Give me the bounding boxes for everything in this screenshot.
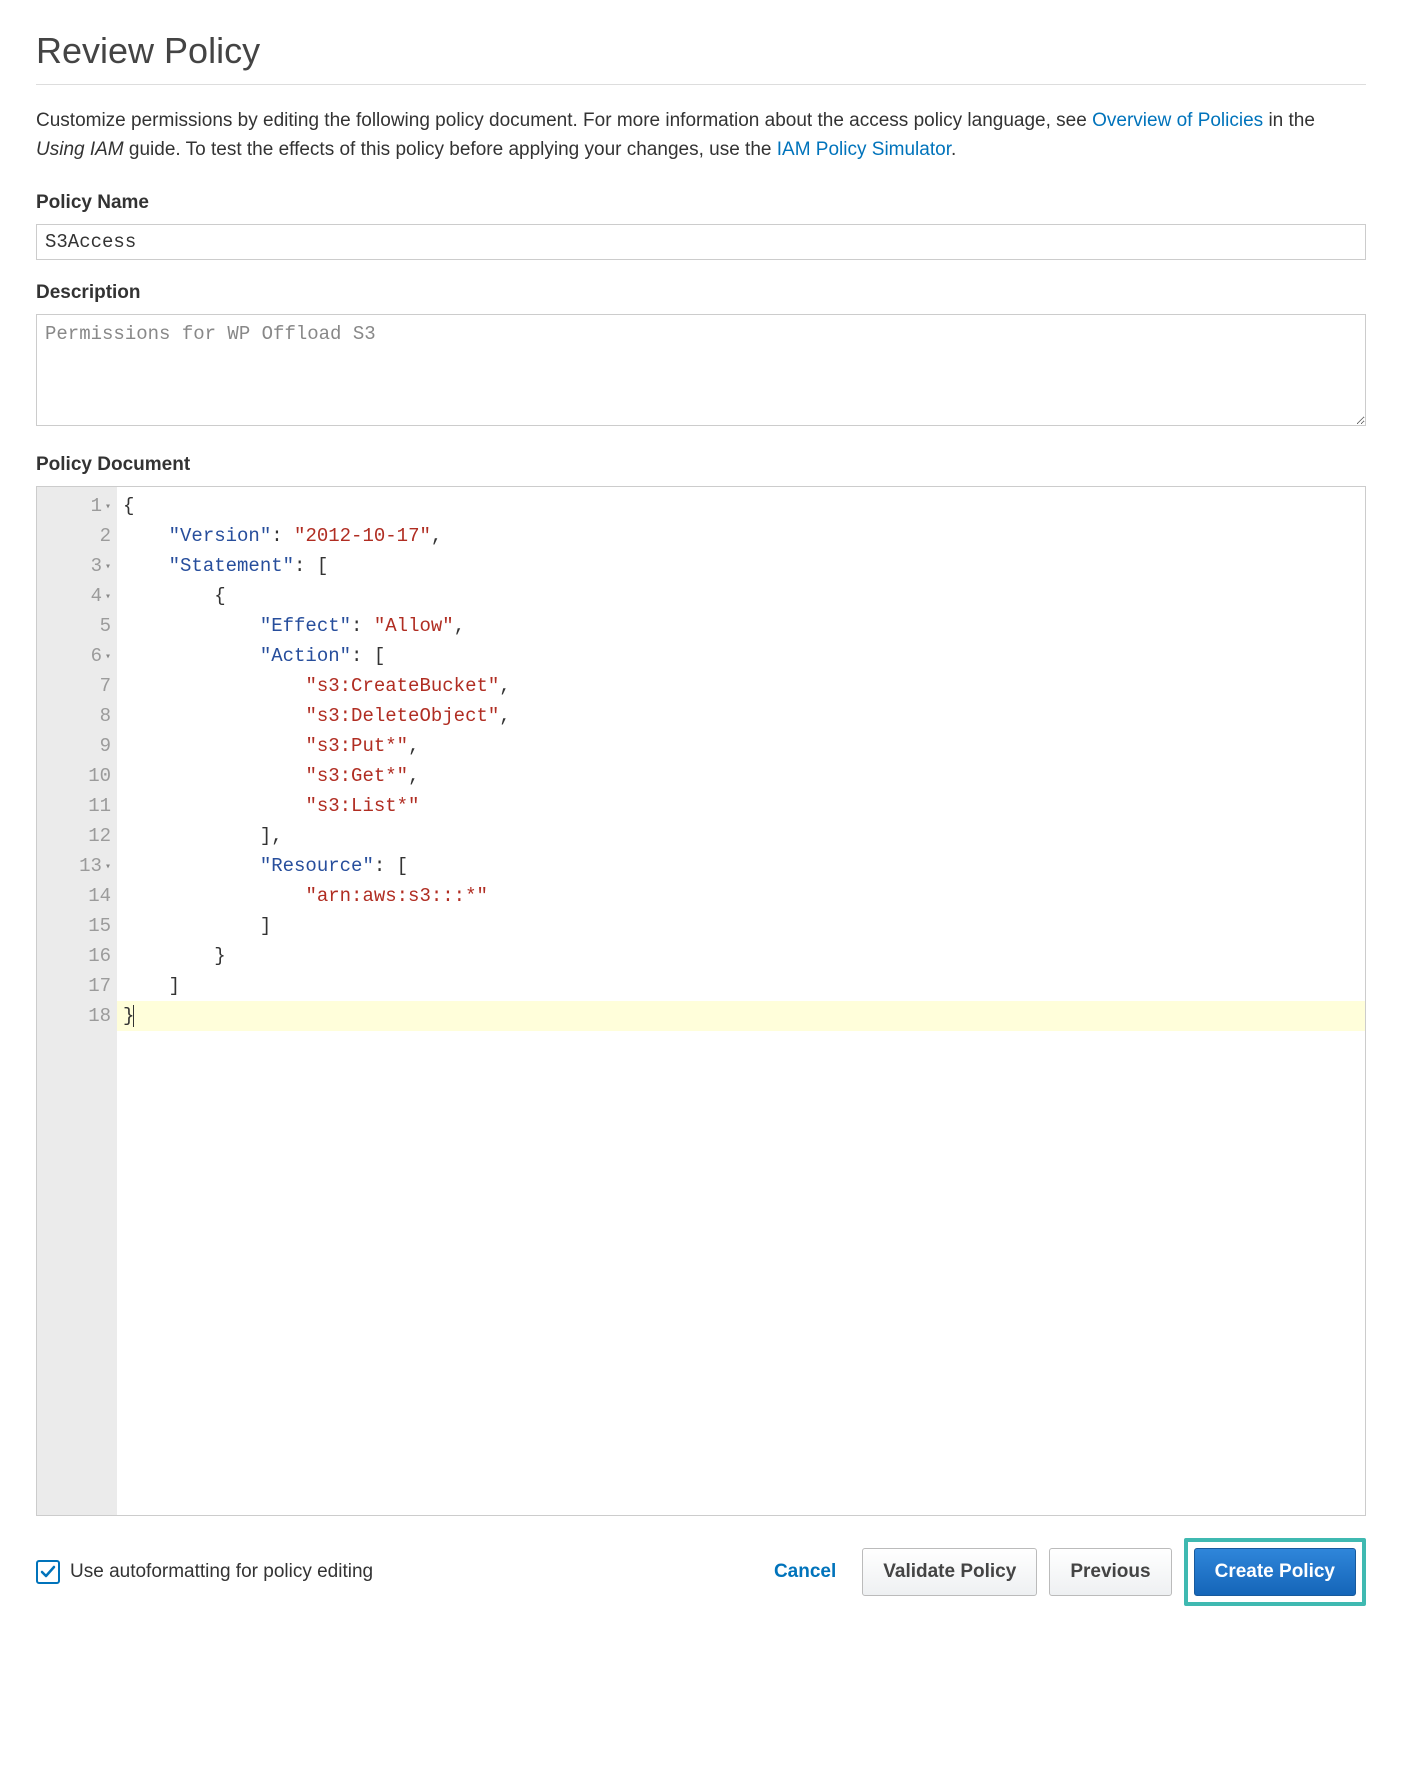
description-textarea[interactable]: Permissions for WP Offload S3 [36, 314, 1366, 426]
footer-buttons: Cancel Validate Policy Previous Create P… [760, 1538, 1366, 1606]
validate-policy-button[interactable]: Validate Policy [862, 1548, 1037, 1596]
gutter-line: 6 [43, 641, 111, 671]
gutter-line: 14 [43, 881, 111, 911]
code-line[interactable]: ], [123, 821, 1359, 851]
code-line[interactable]: "Effect": "Allow", [123, 611, 1359, 641]
gutter-line: 18 [43, 1001, 111, 1031]
intro-mid1: in the [1268, 110, 1314, 131]
text-cursor [133, 1005, 134, 1027]
description-field: Description Permissions for WP Offload S… [36, 282, 1366, 432]
create-policy-highlight: Create Policy [1184, 1538, 1366, 1606]
code-line[interactable]: "Action": [ [123, 641, 1359, 671]
editor-gutter: 123456789101112131415161718 [37, 487, 117, 1515]
policy-document-field: Policy Document 123456789101112131415161… [36, 454, 1366, 1516]
gutter-line: 12 [43, 821, 111, 851]
gutter-line: 4 [43, 581, 111, 611]
iam-policy-simulator-link[interactable]: IAM Policy Simulator [777, 139, 951, 160]
code-line[interactable]: "Statement": [ [123, 551, 1359, 581]
gutter-line: 16 [43, 941, 111, 971]
gutter-line: 13 [43, 851, 111, 881]
gutter-line: 7 [43, 671, 111, 701]
code-line[interactable]: "Version": "2012-10-17", [123, 521, 1359, 551]
gutter-line: 15 [43, 911, 111, 941]
code-line[interactable]: } [123, 1001, 1359, 1031]
overview-of-policies-link[interactable]: Overview of Policies [1092, 110, 1263, 131]
autoformat-label: Use autoformatting for policy editing [70, 1561, 373, 1583]
code-line[interactable]: "s3:DeleteObject", [123, 701, 1359, 731]
title-divider [36, 84, 1366, 85]
code-line[interactable]: "Resource": [ [123, 851, 1359, 881]
gutter-line: 5 [43, 611, 111, 641]
gutter-line: 10 [43, 761, 111, 791]
gutter-line: 9 [43, 731, 111, 761]
gutter-line: 2 [43, 521, 111, 551]
code-line[interactable]: "s3:Put*", [123, 731, 1359, 761]
gutter-line: 8 [43, 701, 111, 731]
description-label: Description [36, 282, 1366, 304]
gutter-line: 11 [43, 791, 111, 821]
intro-suffix: . [951, 139, 956, 160]
code-line[interactable]: { [123, 491, 1359, 521]
cancel-button[interactable]: Cancel [760, 1551, 850, 1593]
gutter-line: 1 [43, 491, 111, 521]
policy-name-field: Policy Name [36, 192, 1366, 260]
policy-name-input[interactable] [36, 224, 1366, 260]
code-line[interactable]: "s3:Get*", [123, 761, 1359, 791]
checkbox-icon[interactable] [36, 1560, 60, 1584]
code-line[interactable]: ] [123, 911, 1359, 941]
policy-editor[interactable]: 123456789101112131415161718 { "Version":… [36, 486, 1366, 1516]
editor-code[interactable]: { "Version": "2012-10-17", "Statement": … [117, 487, 1365, 1515]
footer-row: Use autoformatting for policy editing Ca… [36, 1538, 1366, 1606]
policy-name-label: Policy Name [36, 192, 1366, 214]
page-title: Review Policy [36, 30, 1366, 72]
code-line[interactable]: "arn:aws:s3:::*" [123, 881, 1359, 911]
code-line[interactable]: "s3:List*" [123, 791, 1359, 821]
code-line[interactable]: ] [123, 971, 1359, 1001]
code-line[interactable]: } [123, 941, 1359, 971]
intro-text: Customize permissions by editing the fol… [36, 107, 1366, 164]
policy-document-label: Policy Document [36, 454, 1366, 476]
code-line[interactable]: "s3:CreateBucket", [123, 671, 1359, 701]
create-policy-button[interactable]: Create Policy [1194, 1548, 1356, 1596]
previous-button[interactable]: Previous [1049, 1548, 1171, 1596]
autoformat-toggle[interactable]: Use autoformatting for policy editing [36, 1560, 373, 1584]
intro-mid2: guide. To test the effects of this polic… [124, 139, 777, 160]
gutter-line: 3 [43, 551, 111, 581]
intro-prefix: Customize permissions by editing the fol… [36, 110, 1092, 131]
code-line[interactable]: { [123, 581, 1359, 611]
gutter-line: 17 [43, 971, 111, 1001]
intro-em: Using IAM [36, 139, 124, 160]
